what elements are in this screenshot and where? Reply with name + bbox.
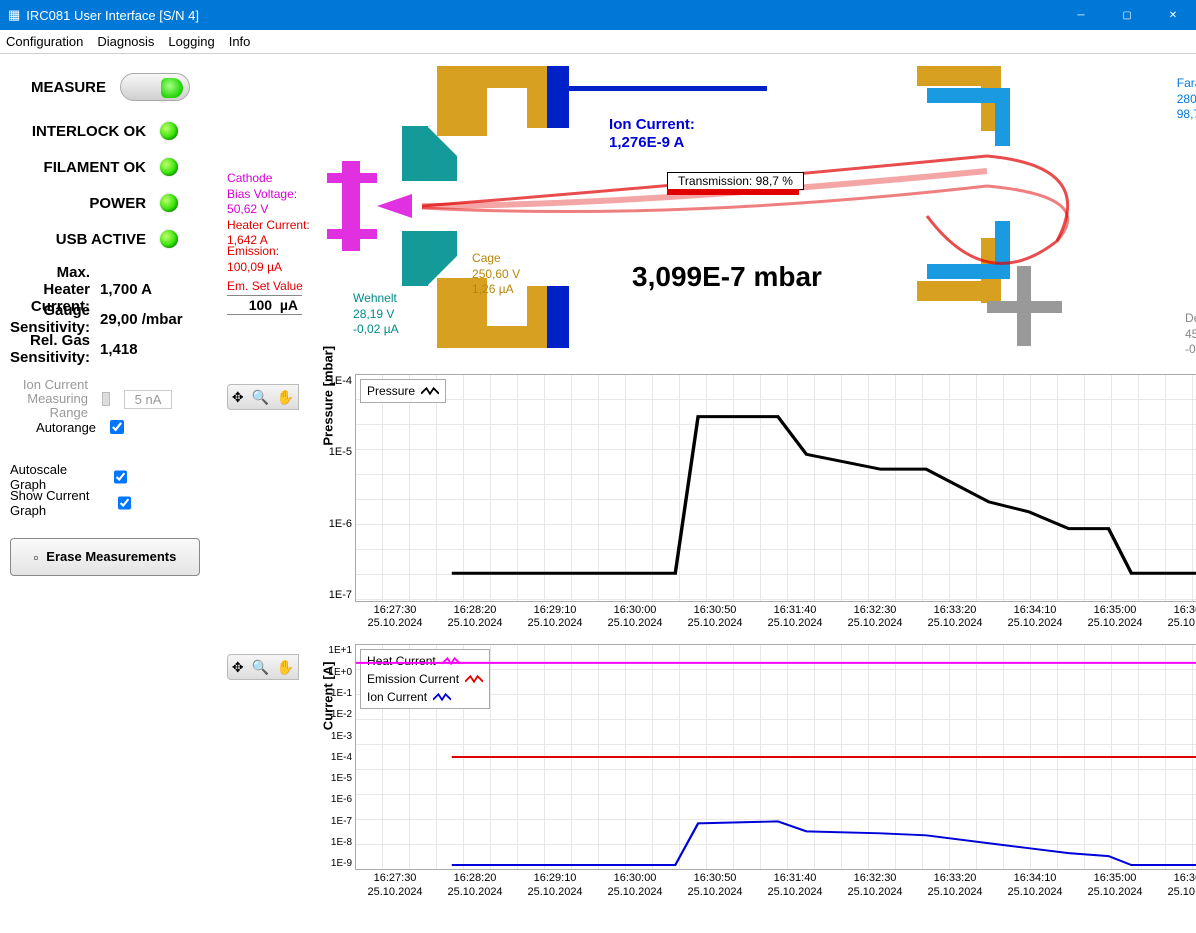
deflector-i: -0,03 µA bbox=[1185, 342, 1196, 358]
bias-label: Bias Voltage: bbox=[227, 187, 310, 203]
autorange-checkbox[interactable] bbox=[110, 420, 124, 434]
ion-current-label: Ion Current: bbox=[609, 116, 695, 134]
sensitivity-value: 29,00 /mbar bbox=[90, 311, 190, 328]
showcurrent-label: Show Current Graph bbox=[10, 488, 104, 518]
wehnelt-v: 28,19 V bbox=[353, 307, 399, 323]
ion-current-value: 1,276E-9 A bbox=[609, 134, 695, 152]
usb-led bbox=[160, 230, 178, 248]
zoom-icon[interactable]: 🔍 bbox=[251, 389, 268, 406]
filament-label: FILAMENT OK bbox=[10, 159, 146, 176]
usb-label: USB ACTIVE bbox=[10, 231, 146, 248]
zoom-icon[interactable]: 🔍 bbox=[251, 659, 268, 676]
emset-label: Em. Set Value bbox=[227, 279, 303, 293]
schematic-panel: 3,099E-7 mbar Ion Current: 1,276E-9 A Ca… bbox=[227, 66, 1196, 366]
showcurrent-checkbox[interactable] bbox=[118, 496, 131, 510]
menu-info[interactable]: Info bbox=[229, 34, 251, 49]
range-value: 5 nA bbox=[124, 390, 172, 409]
relgas-value: 1,418 bbox=[90, 341, 190, 358]
hand-icon[interactable]: ✋ bbox=[277, 389, 294, 406]
transmission-box: Transmission: 98,7 % bbox=[667, 172, 804, 190]
emission-label: Emission: bbox=[227, 244, 282, 260]
sidebar: MEASURE INTERLOCK OK FILAMENT OK POWER U… bbox=[0, 54, 225, 933]
menubar: Configuration Diagnosis Logging Info bbox=[0, 30, 1196, 54]
maximize-button[interactable]: ▢ bbox=[1104, 0, 1150, 30]
menu-diagnosis[interactable]: Diagnosis bbox=[97, 34, 154, 49]
filament-led bbox=[160, 158, 178, 176]
autoscale-checkbox[interactable] bbox=[114, 470, 127, 484]
window-title: IRC081 User Interface [S/N 4] bbox=[26, 8, 199, 23]
cage-label: Cage bbox=[472, 251, 520, 267]
pressure-yticks: 1E-41E-51E-61E-7 bbox=[316, 375, 352, 601]
interlock-label: INTERLOCK OK bbox=[10, 123, 146, 140]
current-xticks: 16:27:3025.10.2024 16:28:2025.10.2024 16… bbox=[355, 870, 1196, 898]
faraday-i: 98,77 µA bbox=[1177, 107, 1196, 123]
measure-toggle[interactable] bbox=[120, 73, 190, 101]
pressure-plot[interactable]: Pressure [mbar] 1E-41E-51E-61E-7 Pressur… bbox=[355, 374, 1196, 602]
graph2-tools[interactable]: ✥ 🔍 ✋ bbox=[227, 654, 299, 680]
crosshair-icon[interactable]: ✥ bbox=[232, 659, 244, 676]
autorange-label: Autorange bbox=[36, 420, 96, 435]
interlock-led bbox=[160, 122, 178, 140]
heater-label: Heater Current: bbox=[227, 218, 310, 234]
current-plot[interactable]: Current [A] 1E+11E+01E-11E-21E-31E-41E-5… bbox=[355, 644, 1196, 870]
minimize-button[interactable]: ─ bbox=[1058, 0, 1104, 30]
power-led bbox=[160, 194, 178, 212]
wehnelt-i: -0,02 µA bbox=[353, 322, 399, 338]
bias-value: 50,62 V bbox=[227, 202, 310, 218]
pressure-xticks: 16:27:3025.10.2024 16:28:2025.10.2024 16… bbox=[355, 602, 1196, 630]
titlebar: ▦ IRC081 User Interface [S/N 4] ─ ▢ ✕ bbox=[0, 0, 1196, 30]
cage-v: 250,60 V bbox=[472, 267, 520, 283]
erase-label: Erase Measurements bbox=[46, 550, 176, 564]
menu-logging[interactable]: Logging bbox=[168, 34, 214, 49]
faraday-v: 280,61 V bbox=[1177, 92, 1196, 108]
graph1-tools[interactable]: ✥ 🔍 ✋ bbox=[227, 384, 299, 410]
range-slider[interactable] bbox=[102, 392, 110, 406]
app-icon: ▦ bbox=[8, 7, 20, 23]
measure-label: MEASURE bbox=[10, 79, 106, 96]
menu-configuration[interactable]: Configuration bbox=[6, 34, 83, 49]
power-label: POWER bbox=[10, 195, 146, 212]
faraday-label: Faraday bbox=[1177, 76, 1196, 92]
close-button[interactable]: ✕ bbox=[1150, 0, 1196, 30]
emission-value: 100,09 µA bbox=[227, 260, 282, 276]
relgas-label: Rel. Gas Sensitivity: bbox=[10, 332, 90, 366]
max-heater-value: 1,700 A bbox=[90, 281, 190, 298]
erase-icon: ▫ bbox=[34, 550, 39, 565]
pressure-readout: 3,099E-7 mbar bbox=[632, 261, 822, 293]
erase-button[interactable]: ▫ Erase Measurements bbox=[10, 538, 200, 576]
crosshair-icon[interactable]: ✥ bbox=[232, 389, 244, 406]
deflector-v: 45,22 V bbox=[1185, 327, 1196, 343]
transmission-bar bbox=[667, 189, 799, 195]
cage-i: 1,26 µA bbox=[472, 282, 520, 298]
deflector-label: Deflector bbox=[1185, 311, 1196, 327]
hand-icon[interactable]: ✋ bbox=[277, 659, 294, 676]
emset-input[interactable]: 100 µA bbox=[227, 295, 302, 315]
wehnelt-label: Wehnelt bbox=[353, 291, 399, 307]
cathode-label: Cathode bbox=[227, 171, 310, 187]
range-label-2: Measuring Range bbox=[10, 392, 88, 421]
current-yticks: 1E+11E+01E-11E-21E-31E-41E-51E-61E-71E-8… bbox=[316, 645, 352, 869]
sensitivity-label: Gauge Sensitivity: bbox=[10, 302, 90, 336]
range-label-1: Ion Current bbox=[10, 378, 88, 392]
